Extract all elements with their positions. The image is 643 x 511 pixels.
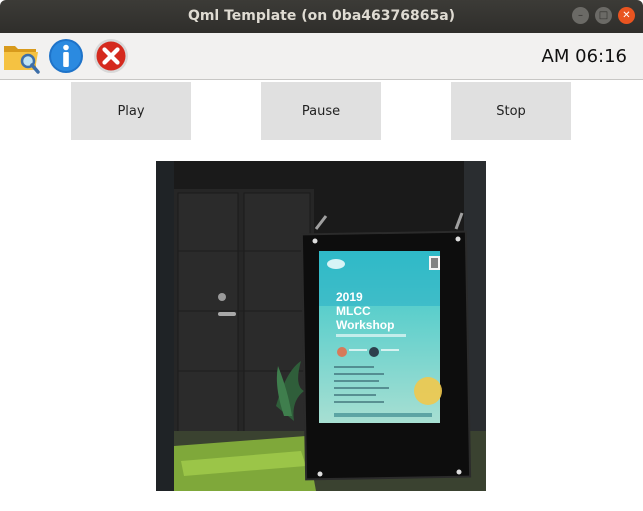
window-title: Qml Template (on 0ba46376865a) <box>187 8 456 24</box>
maximize-button[interactable]: □ <box>595 7 612 24</box>
info-icon <box>49 39 83 73</box>
video-image: 2019 MLCC Workshop <box>156 161 486 491</box>
close-window-button[interactable]: ✕ <box>618 7 635 24</box>
poster-line-3: Workshop <box>336 318 394 332</box>
clock-label: AM 06:16 <box>541 46 627 67</box>
toolbar: AM 06:16 <box>0 33 643 80</box>
minimize-icon: – <box>578 10 583 21</box>
poster-line-1: 2019 <box>336 290 363 304</box>
window-titlebar[interactable]: Qml Template (on 0ba46376865a) – □ ✕ <box>0 0 643 33</box>
close-icon: ✕ <box>622 10 631 21</box>
pause-button[interactable]: Pause <box>261 82 381 140</box>
folder-search-icon <box>4 46 40 74</box>
poster-line-2: MLCC <box>336 304 371 318</box>
stop-button[interactable]: Stop <box>451 82 571 140</box>
open-file-button[interactable] <box>2 37 40 75</box>
quit-button[interactable] <box>92 37 130 75</box>
close-red-icon <box>94 39 128 73</box>
minimize-button[interactable]: – <box>572 7 589 24</box>
video-frame[interactable]: 2019 MLCC Workshop <box>156 161 486 491</box>
play-button[interactable]: Play <box>71 82 191 140</box>
info-button[interactable] <box>47 37 85 75</box>
maximize-icon: □ <box>598 10 609 21</box>
